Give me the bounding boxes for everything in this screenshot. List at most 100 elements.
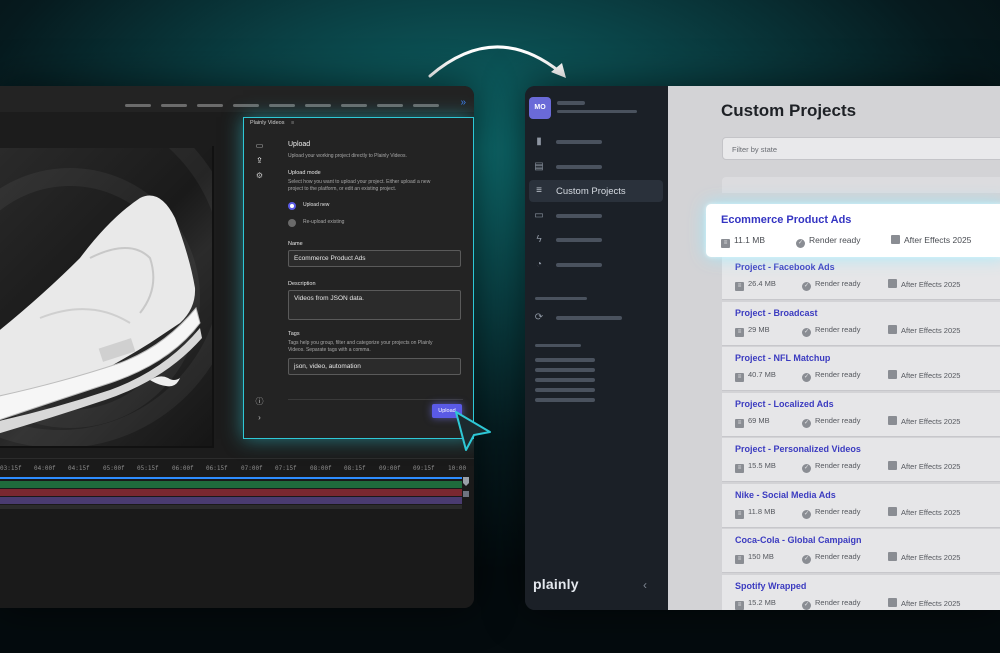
database-icon: ≡ <box>735 373 744 382</box>
sidebar-item-placeholder[interactable] <box>556 165 602 169</box>
sidebar-item-placeholder[interactable] <box>556 214 602 218</box>
info-icon[interactable]: ⓘ <box>254 396 265 407</box>
avatar[interactable]: MO <box>529 97 551 119</box>
app-icon <box>888 279 897 288</box>
toolbar-tool[interactable] <box>161 104 187 107</box>
project-size: 26.4 MB <box>748 279 776 288</box>
project-status: Render ready <box>815 325 861 334</box>
timeline-panel[interactable]: 03:15f 04:00f 04:15f 05:00f 05:15f 06:00… <box>0 458 474 608</box>
chevron-left-icon[interactable]: ‹ <box>643 578 647 592</box>
film-icon[interactable]: ▤ <box>533 161 545 173</box>
app-icon <box>891 235 900 244</box>
toolbar-tool[interactable] <box>413 104 439 107</box>
project-status: Render ready <box>815 461 861 470</box>
project-app: After Effects 2025 <box>901 462 961 471</box>
upload-form: Upload Upload your working project direc… <box>288 141 463 375</box>
radio-upload-new[interactable] <box>288 202 296 210</box>
video-camera-icon[interactable]: ▭ <box>533 210 545 222</box>
panel-sidebar: ▭ ⇪ ⚙ ⓘ › <box>252 140 268 430</box>
layer-track-green[interactable] <box>0 481 462 488</box>
curved-arrow-icon <box>428 45 566 78</box>
timecode-tick: 08:00f <box>310 465 332 472</box>
timeline-ruler[interactable]: 03:15f 04:00f 04:15f 05:00f 05:15f 06:00… <box>0 461 466 475</box>
tags-desc-2: Videos. Separate tags with a comma. <box>288 347 371 353</box>
app-icon <box>888 461 897 470</box>
tags-label: Tags <box>288 331 300 337</box>
gear-icon[interactable]: ⚙ <box>254 170 265 181</box>
project-name[interactable]: Project - Broadcast <box>735 308 818 318</box>
project-app: After Effects 2025 <box>901 508 961 517</box>
tags-desc-1: Tags help you group, filter and categori… <box>288 340 433 346</box>
toolbar-tool[interactable] <box>125 104 151 107</box>
toolbar-tool[interactable] <box>341 104 367 107</box>
project-status: Render ready <box>815 370 861 379</box>
sidebar-item-label: Custom Projects <box>556 186 626 197</box>
project-app: After Effects 2025 <box>901 417 961 426</box>
project-app: After Effects 2025 <box>901 326 961 335</box>
upload-mode-desc-2: project to the platform, or edit an exis… <box>288 186 397 192</box>
radio-upload-new-label: Upload new <box>303 202 330 208</box>
toolbar-tool[interactable] <box>197 104 223 107</box>
toolbar-tool[interactable] <box>269 104 295 107</box>
project-name[interactable]: Ecommerce Product Ads <box>721 214 851 226</box>
sidebar-item-placeholder[interactable] <box>556 316 622 320</box>
app-icon <box>888 552 897 561</box>
project-name[interactable]: Project - Localized Ads <box>735 399 834 409</box>
project-size: 15.5 MB <box>748 461 776 470</box>
sidebar-item-placeholder[interactable] <box>556 140 602 144</box>
check-circle-icon: ✓ <box>802 555 811 564</box>
stack-icon: ≡ <box>536 185 542 196</box>
check-circle-icon: ✓ <box>796 239 805 248</box>
name-input[interactable]: Ecommerce Product Ads <box>288 250 461 267</box>
work-area-bar[interactable] <box>0 477 462 479</box>
project-size: 29 MB <box>748 325 770 334</box>
project-row[interactable]: Project - Facebook Ads ≡ 26.4 MB ✓ Render … <box>722 256 1000 300</box>
gauge-icon[interactable]: ◔ <box>533 259 545 271</box>
upload-mode-radio-group: Upload new Re-upload existing <box>288 193 463 231</box>
layer-track-red[interactable] <box>0 489 462 496</box>
radio-reupload-existing[interactable] <box>288 219 296 227</box>
playhead-marker-icon[interactable] <box>462 475 470 505</box>
project-status: Render ready <box>815 416 861 425</box>
project-row[interactable]: Project - Broadcast ≡ 29 MB ✓ Render ready… <box>722 302 1000 346</box>
project-name[interactable]: Nike - Social Media Ads <box>735 490 836 500</box>
mouse-cursor-icon <box>455 411 491 451</box>
lightning-icon[interactable]: ϟ <box>533 234 545 246</box>
project-name[interactable]: Project - Facebook Ads <box>735 262 835 272</box>
project-name[interactable]: Spotify Wrapped <box>735 581 806 591</box>
project-row[interactable]: Project - Personalized Videos ≡ 15.5 MB ✓… <box>722 438 1000 482</box>
project-size: 40.7 MB <box>748 370 776 379</box>
sidebar-item-placeholder[interactable] <box>556 238 602 242</box>
project-row[interactable]: Spotify Wrapped ≡ 15.2 MB ✓ Render ready A… <box>722 575 1000 610</box>
description-textarea[interactable]: Videos from JSON data. <box>288 290 461 320</box>
project-row[interactable]: Coca-Cola - Global Campaign ≡ 150 MB ✓ Ren… <box>722 529 1000 573</box>
toolbar-tool[interactable] <box>377 104 403 107</box>
filter-by-state-input[interactable]: Filter by state <box>722 137 1000 160</box>
plainly-plugin-panel: Plainly Videos ≡ ▭ ⇪ ⚙ ⓘ › Upload Upload… <box>243 117 474 439</box>
sidebar-item-placeholder[interactable] <box>556 263 602 267</box>
project-status: Render ready <box>815 552 861 561</box>
chart-icon[interactable]: ▮ <box>533 136 545 148</box>
project-name[interactable]: Project - Personalized Videos <box>735 444 861 454</box>
refresh-icon[interactable]: ⟳ <box>533 312 545 324</box>
upload-icon[interactable]: ⇪ <box>254 155 265 166</box>
layer-track-empty[interactable] <box>0 505 462 509</box>
toolbar-tool[interactable] <box>233 104 259 107</box>
project-row[interactable]: Project - NFL Matchup ≡ 40.7 MB ✓ Render r… <box>722 347 1000 391</box>
highlighted-project-card[interactable]: Ecommerce Product Ads ≡ 11.1 MB ✓ Render r… <box>706 204 1000 257</box>
sidebar: MO ▮ ▤ ≡ Custom Projects ▭ ϟ ◔ ⟳ plainly… <box>525 86 668 610</box>
project-row[interactable]: Nike - Social Media Ads ≡ 11.8 MB ✓ Render… <box>722 484 1000 528</box>
project-name[interactable]: Coca-Cola - Global Campaign <box>735 535 862 545</box>
tags-input[interactable]: json, video, automation <box>288 358 461 375</box>
project-row[interactable]: Project - Localized Ads ≡ 69 MB ✓ Render r… <box>722 393 1000 437</box>
toolbar-tool[interactable] <box>305 104 331 107</box>
ae-toolbar: » <box>0 86 474 112</box>
database-icon: ≡ <box>735 328 744 337</box>
check-circle-icon: ✓ <box>802 464 811 473</box>
folder-icon[interactable]: ▭ <box>254 140 265 151</box>
chevron-right-icon[interactable]: › <box>254 412 265 423</box>
panel-menu-icon[interactable]: ≡ <box>291 120 294 126</box>
layer-track-purple[interactable] <box>0 497 462 504</box>
double-chevron-right-icon[interactable]: » <box>460 97 466 108</box>
project-name[interactable]: Project - NFL Matchup <box>735 353 830 363</box>
